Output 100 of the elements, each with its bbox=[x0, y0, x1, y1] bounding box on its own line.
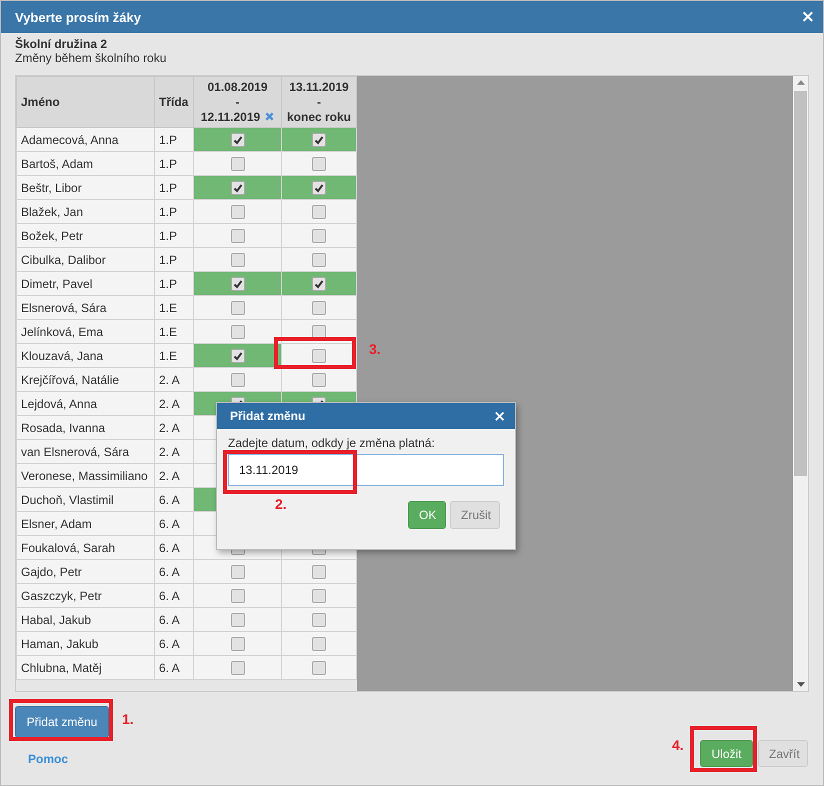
check-icon bbox=[314, 134, 324, 145]
checkbox[interactable] bbox=[230, 588, 244, 603]
checkbox[interactable] bbox=[312, 156, 326, 171]
checkbox[interactable] bbox=[230, 324, 244, 339]
header-text: - bbox=[234, 94, 240, 110]
table-cell: Gaszczyk, Petr bbox=[16, 584, 154, 608]
step-number: 4. bbox=[672, 737, 684, 753]
table-cell: 1.P bbox=[154, 176, 194, 200]
table-cell: Elsnerová, Sára bbox=[16, 296, 154, 320]
group-subtitle: Změny během školního roku bbox=[15, 51, 168, 65]
checkbox[interactable] bbox=[230, 204, 244, 219]
checkbox[interactable] bbox=[230, 276, 244, 291]
table-cell: 1.E bbox=[154, 344, 194, 368]
table-cell: 6. A bbox=[154, 608, 194, 632]
check-icon bbox=[232, 278, 242, 289]
table-cell: Dimetr, Pavel bbox=[16, 272, 154, 296]
checkbox[interactable] bbox=[230, 660, 244, 675]
table-cell: 1.P bbox=[154, 248, 194, 272]
table-cell: Haman, Jakub bbox=[16, 632, 154, 656]
checkbox[interactable] bbox=[312, 612, 326, 627]
header-text: 12.11.2019 bbox=[198, 110, 277, 124]
table-cell: Gajdo, Petr bbox=[16, 560, 154, 584]
checkbox[interactable] bbox=[230, 180, 244, 195]
cancel-button[interactable]: Zrušit bbox=[450, 501, 500, 529]
table-cell: Jelínková, Ema bbox=[16, 320, 154, 344]
checkbox[interactable] bbox=[230, 564, 244, 579]
highlight-frame bbox=[690, 726, 757, 772]
checkbox[interactable] bbox=[312, 276, 326, 291]
checkbox[interactable] bbox=[230, 372, 244, 387]
table-cell: 1.P bbox=[154, 200, 194, 224]
table-cell: 2. A bbox=[154, 368, 194, 392]
scrollbar[interactable] bbox=[793, 76, 808, 691]
checkbox[interactable] bbox=[230, 300, 244, 315]
table-cell: Chlubna, Matěj bbox=[16, 656, 154, 680]
table-cell: 6. A bbox=[154, 536, 194, 560]
checkbox[interactable] bbox=[312, 204, 326, 219]
table-cell: Veronese, Massimiliano bbox=[16, 464, 154, 488]
table-cell: 6. A bbox=[154, 512, 194, 536]
header-text: konec roku bbox=[286, 110, 352, 124]
checkbox[interactable] bbox=[312, 132, 326, 147]
save-button[interactable]: Uložit bbox=[700, 740, 753, 767]
table-cell: Elsner, Adam bbox=[16, 512, 154, 536]
scroll-down-icon[interactable] bbox=[796, 682, 804, 687]
step-number: 1. bbox=[122, 711, 134, 727]
step-number: 2. bbox=[275, 496, 287, 512]
table-cell: van Elsnerová, Sára bbox=[16, 440, 154, 464]
table-cell: 6. A bbox=[154, 560, 194, 584]
checkbox[interactable] bbox=[312, 372, 326, 387]
check-icon bbox=[314, 278, 324, 289]
checkbox[interactable] bbox=[312, 636, 326, 651]
table-cell: 2. A bbox=[154, 440, 194, 464]
table-cell: Habal, Jakub bbox=[16, 608, 154, 632]
column-header: Třída bbox=[154, 76, 194, 128]
remove-icon[interactable] bbox=[265, 112, 274, 120]
checkbox[interactable] bbox=[230, 132, 244, 147]
modal-title: Přidat změnu bbox=[230, 409, 306, 423]
table-cell: Klouzavá, Jana bbox=[16, 344, 154, 368]
table-cell: 6. A bbox=[154, 656, 194, 680]
checkbox[interactable] bbox=[312, 252, 326, 267]
step-number: 3. bbox=[369, 341, 381, 357]
checkbox[interactable] bbox=[312, 588, 326, 603]
table-cell: Cibulka, Dalibor bbox=[16, 248, 154, 272]
table-cell: 1.P bbox=[154, 224, 194, 248]
checkbox[interactable] bbox=[230, 228, 244, 243]
table-cell: 1.E bbox=[154, 296, 194, 320]
checkbox[interactable] bbox=[312, 324, 326, 339]
scroll-up-icon[interactable] bbox=[796, 80, 804, 85]
checkbox[interactable] bbox=[230, 636, 244, 651]
field-label: Zadejte datum, odkdy je změna platná: bbox=[228, 436, 436, 450]
checkbox[interactable] bbox=[312, 564, 326, 579]
checkbox[interactable] bbox=[230, 348, 244, 363]
checkbox[interactable] bbox=[312, 348, 326, 363]
close-dialog-button[interactable]: Zavřít bbox=[758, 740, 808, 767]
checkbox[interactable] bbox=[230, 612, 244, 627]
table-cell: Rosada, Ivanna bbox=[16, 416, 154, 440]
add-change-button[interactable]: Přidat změnu bbox=[15, 706, 109, 738]
table-cell: 1.P bbox=[154, 128, 194, 152]
header-text: 13.11.2019 bbox=[288, 80, 350, 94]
table-cell: Beštr, Libor bbox=[16, 176, 154, 200]
ok-button[interactable]: OK bbox=[408, 501, 446, 529]
table-cell: 1.P bbox=[154, 272, 194, 296]
table-cell: Duchoň, Vlastimil bbox=[16, 488, 154, 512]
checkbox[interactable] bbox=[230, 156, 244, 171]
checkbox[interactable] bbox=[312, 300, 326, 315]
table-cell: 6. A bbox=[154, 488, 194, 512]
close-button[interactable]: × bbox=[493, 408, 506, 424]
checkbox[interactable] bbox=[312, 660, 326, 675]
table-cell: Blažek, Jan bbox=[16, 200, 154, 224]
table-cell: Lejdová, Anna bbox=[16, 392, 154, 416]
checkbox[interactable] bbox=[230, 252, 244, 267]
close-button[interactable]: × bbox=[800, 8, 815, 26]
check-icon bbox=[232, 350, 242, 361]
group-title: Školní družina 2 bbox=[15, 37, 108, 51]
help-link[interactable]: Pomoc bbox=[28, 752, 68, 766]
date-input-field[interactable]: 13.11.2019 bbox=[228, 454, 504, 486]
checkbox[interactable] bbox=[312, 180, 326, 195]
check-icon bbox=[314, 182, 324, 193]
header-text: - bbox=[316, 94, 322, 110]
checkbox[interactable] bbox=[312, 228, 326, 243]
check-icon bbox=[232, 134, 242, 145]
